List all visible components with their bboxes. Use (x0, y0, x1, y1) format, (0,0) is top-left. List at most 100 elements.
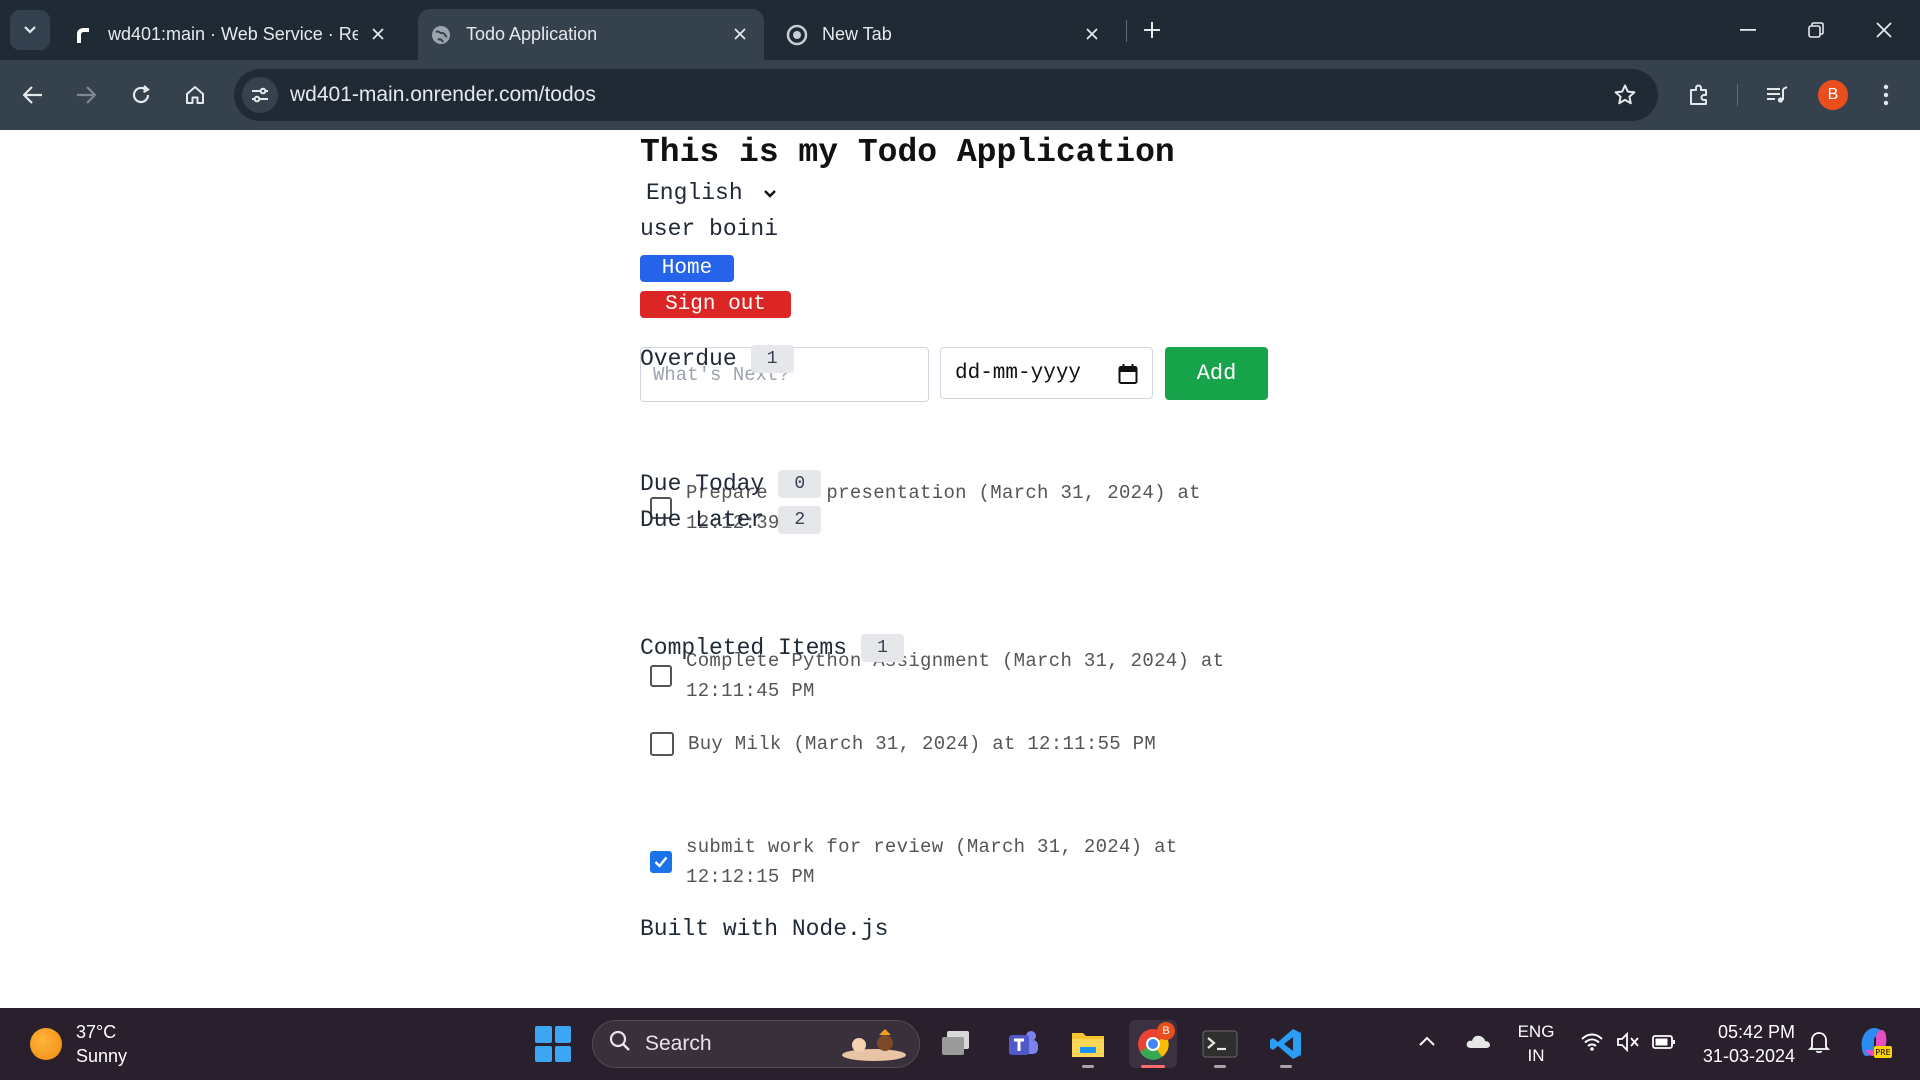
chevron-up-icon (1419, 1036, 1435, 1046)
footer-text: Built with Node.js (640, 916, 889, 942)
minimize-button[interactable] (1726, 10, 1770, 50)
section-title: Due Today (640, 471, 765, 497)
todo-item: submit work for review (March 31, 2024) … (650, 832, 1270, 892)
terminal-app[interactable] (1196, 1020, 1244, 1068)
due-date-input[interactable]: dd-mm-yyyy (940, 347, 1153, 399)
start-button[interactable] (535, 1026, 571, 1062)
menu-button[interactable] (1866, 75, 1906, 115)
close-window-button[interactable] (1862, 10, 1906, 50)
chrome-icon (786, 24, 808, 46)
calendar-icon[interactable] (1118, 363, 1138, 392)
taskbar-search[interactable]: Search (592, 1020, 920, 1068)
tab-title: New Tab (822, 24, 892, 44)
running-indicator (1280, 1065, 1292, 1068)
file-explorer-app[interactable] (1064, 1020, 1112, 1068)
folder-icon (1072, 1033, 1104, 1057)
vscode-app[interactable] (1262, 1020, 1310, 1068)
puzzle-icon (1690, 84, 1707, 105)
overdue-count-badge: 1 (750, 345, 794, 373)
section-title: Due Later (640, 507, 765, 533)
running-indicator (1141, 1065, 1165, 1068)
tab-new-tab[interactable]: New Tab (776, 9, 1116, 60)
sun-icon (30, 1028, 62, 1060)
terminal-icon (1202, 1030, 1238, 1058)
search-label: Search (645, 1032, 712, 1055)
toolbar-separator (1737, 84, 1738, 106)
bookmark-star-icon[interactable] (1612, 82, 1638, 108)
render-favicon-icon (72, 24, 94, 46)
tune-icon (252, 87, 268, 103)
browser-tabstrip: wd401:main · Web Service · Re Todo Appli… (0, 0, 1920, 60)
home-button[interactable]: Home (640, 255, 734, 282)
close-icon (1876, 22, 1892, 38)
completed-count-badge: 1 (861, 634, 905, 662)
profile-badge: B (1157, 1022, 1175, 1040)
todo-text[interactable]: Buy Milk (March 31, 2024) at 12:11:55 PM (688, 729, 1156, 759)
todo-text[interactable]: submit work for review (March 31, 2024) … (686, 832, 1177, 892)
language-select[interactable]: English (646, 180, 777, 206)
volume-muted-icon[interactable] (1616, 1031, 1640, 1057)
teams-app[interactable] (999, 1020, 1047, 1068)
tab-title: Todo Application (466, 24, 598, 44)
browser-toolbar: wd401-main.onrender.com/todos (0, 60, 1920, 130)
show-hidden-icons-button[interactable] (1418, 1034, 1436, 1052)
due-date-placeholder: dd-mm-yyyy (955, 361, 1082, 385)
media-control-button[interactable] (1757, 75, 1797, 115)
checkmark-icon (654, 856, 668, 868)
new-tab-button[interactable] (1136, 14, 1168, 46)
windows-taskbar: 37°C Sunny Search B ENG IN 05:42 PM 31-0… (0, 1008, 1920, 1080)
todo-text-line: Buy Milk (March 31, 2024) at 12:11:55 PM (688, 733, 1157, 755)
onedrive-icon[interactable] (1464, 1032, 1492, 1055)
queue-music-icon (1767, 86, 1788, 103)
task-view-button[interactable] (932, 1020, 980, 1068)
close-tab-icon[interactable] (728, 22, 752, 46)
weather-widget[interactable]: 37°C Sunny (30, 1020, 127, 1068)
address-bar[interactable]: wd401-main.onrender.com/todos (234, 69, 1658, 121)
todo-checkbox-checked[interactable] (650, 851, 672, 873)
restore-button[interactable] (1794, 10, 1838, 50)
restore-icon (1808, 22, 1824, 38)
tab-render-dashboard[interactable]: wd401:main · Web Service · Re (62, 9, 402, 60)
search-highlight-icon (839, 1027, 909, 1069)
home-nav-button[interactable] (175, 75, 215, 115)
weather-description: Sunny (76, 1046, 128, 1066)
overdue-heading: Overdue 1 (640, 345, 794, 373)
sign-out-button[interactable]: Sign out (640, 291, 791, 318)
close-tab-icon[interactable] (366, 22, 390, 46)
input-language-indicator[interactable]: ENG IN (1516, 1020, 1556, 1068)
completed-heading: Completed Items 1 (640, 634, 905, 662)
site-info-button[interactable] (242, 77, 278, 113)
todo-text-line: 12:11:45 PM (686, 680, 815, 702)
notification-bell-icon[interactable] (1807, 1030, 1831, 1059)
task-view-icon (942, 1031, 969, 1055)
clock-date: 31-03-2024 (1702, 1046, 1795, 1066)
reload-button[interactable] (121, 75, 161, 115)
todo-item: Buy Milk (March 31, 2024) at 12:11:55 PM (650, 729, 1270, 759)
running-indicator (1082, 1065, 1094, 1068)
clock-time: 05:42 PM (1717, 1022, 1795, 1042)
weather-text: 37°C Sunny (76, 1020, 127, 1068)
tab-search-button[interactable] (10, 10, 50, 50)
arrow-left-icon (23, 86, 42, 104)
tab-todo-application[interactable]: Todo Application (418, 9, 764, 60)
section-title: Overdue (640, 346, 737, 372)
arrow-right-icon (77, 86, 96, 104)
add-todo-button[interactable]: Add (1165, 347, 1268, 400)
todo-text-line: 12:12:15 PM (686, 866, 815, 888)
url-text[interactable]: wd401-main.onrender.com/todos (290, 83, 596, 107)
wifi-icon[interactable] (1580, 1032, 1604, 1057)
plus-icon (1144, 22, 1160, 38)
profile-avatar[interactable]: B (1818, 80, 1848, 110)
chrome-app[interactable]: B (1129, 1020, 1177, 1068)
battery-icon[interactable] (1652, 1034, 1676, 1055)
back-button[interactable] (13, 75, 53, 115)
todo-checkbox[interactable] (650, 665, 672, 687)
todo-checkbox[interactable] (650, 732, 674, 756)
forward-button[interactable] (66, 75, 106, 115)
close-tab-icon[interactable] (1080, 22, 1104, 46)
copilot-icon[interactable]: PRE (1856, 1024, 1892, 1065)
search-icon (609, 1030, 631, 1058)
taskbar-clock[interactable]: 05:42 PM 31-03-2024 (1690, 1020, 1795, 1068)
extensions-button[interactable] (1679, 75, 1719, 115)
web-page: This is my Todo Application English user… (0, 130, 1920, 1008)
